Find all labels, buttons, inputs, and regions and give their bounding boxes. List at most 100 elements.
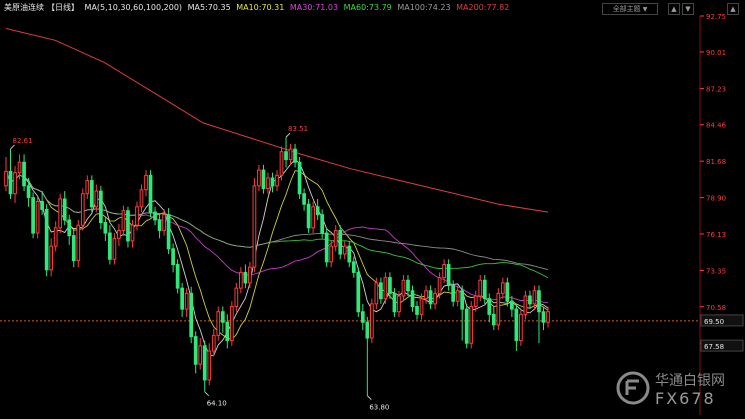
candle-body: [546, 311, 550, 323]
candle-body: [67, 219, 72, 237]
candle-body: [541, 311, 546, 323]
candle-body: [89, 180, 94, 208]
scroll-down-button[interactable]: ▼: [682, 3, 694, 15]
candle-body: [514, 308, 519, 342]
candle-body: [469, 305, 474, 344]
candle-body: [451, 285, 456, 302]
candle-body: [519, 313, 523, 342]
candle-body: [139, 189, 144, 208]
candle-body: [144, 174, 148, 191]
candle-body: [383, 277, 388, 300]
candle-body: [35, 201, 40, 234]
candle-body: [8, 170, 13, 195]
candle-body: [17, 161, 22, 174]
collapse-button[interactable]: ▲: [727, 3, 739, 15]
candlestick-plot[interactable]: 92.75 90.01 87.23 84.46 81.68 78.90 76.13 73.35…: [0, 0, 745, 415]
candle-body: [220, 311, 225, 323]
candle-body: [360, 311, 365, 323]
candle-body: [329, 245, 334, 263]
candle-body: [252, 185, 257, 268]
candle-body: [85, 180, 90, 195]
period-label: 【日线】: [47, 3, 79, 12]
candle-body: [135, 206, 139, 226]
candle-body: [342, 245, 347, 255]
theme-select-label: 全部主题: [612, 5, 641, 13]
extreme-price-label: 63.80: [369, 404, 389, 412]
candle-body: [365, 321, 370, 339]
candle-body: [229, 305, 234, 342]
candle-body: [379, 282, 383, 300]
watermark: 华通白银网 FX678: [615, 362, 743, 412]
candle-body: [261, 169, 266, 189]
candle-body: [491, 313, 496, 326]
kline-chart[interactable]: 92.75 90.01 87.23 84.46 81.68 78.90 76.13 73.35…: [0, 0, 745, 415]
candle-body: [428, 290, 433, 305]
candle-body: [505, 282, 510, 302]
candle-body: [153, 211, 157, 221]
price-tick-label: 73.35: [706, 267, 726, 275]
candle-body: [202, 345, 207, 381]
candle-body: [44, 208, 49, 271]
candle-body: [324, 232, 329, 263]
candle-body: [419, 298, 424, 315]
candle-body: [148, 174, 153, 213]
candle-body: [374, 282, 379, 305]
scroll-up-button[interactable]: ▲: [668, 3, 680, 15]
extreme-price-label: 64.10: [207, 400, 227, 408]
candle-body: [71, 235, 76, 262]
price-tick-label: 76.13: [706, 231, 726, 239]
extreme-marker: [204, 391, 210, 397]
price-tick-label: 87.23: [706, 85, 726, 93]
fx678-logo-icon: [616, 371, 650, 405]
chart-header: 美原油连续 【日线】 MA(5,10,30,60,100,200) MA5:70.…: [4, 2, 512, 16]
candle-body: [49, 245, 54, 271]
candle-body: [347, 245, 352, 263]
candle-body: [288, 148, 293, 161]
candle-body: [406, 279, 410, 292]
candle-body: [311, 206, 315, 229]
price-tick-label: 78.90: [706, 195, 726, 203]
up-arrow-icon: ▲: [671, 5, 677, 13]
candle-body: [112, 237, 117, 260]
candle-body: [126, 210, 130, 242]
price-tick-label: 84.46: [706, 122, 727, 130]
candle-body: [315, 206, 320, 216]
candle-body: [207, 350, 212, 381]
candle-body: [415, 305, 419, 315]
candle-body: [284, 151, 288, 161]
candle-body: [121, 210, 126, 231]
collapse-arrow-icon: ▲: [730, 5, 736, 13]
candle-body: [482, 279, 487, 300]
candle-body: [162, 214, 166, 231]
candle-body: [356, 271, 361, 313]
candle-body: [94, 190, 99, 208]
price-tick-label: 81.68: [706, 158, 726, 166]
candle-body: [388, 277, 392, 294]
candle-body: [157, 219, 162, 231]
candle-body: [302, 193, 306, 205]
theme-select[interactable]: 全部主题 ▼: [602, 3, 658, 15]
candle-body: [392, 292, 397, 313]
candle-body: [58, 198, 63, 229]
candle-body: [279, 151, 284, 176]
candle-body: [234, 287, 239, 307]
extreme-price-label: 83.51: [288, 125, 308, 133]
candle-body: [455, 290, 460, 302]
candle-body: [98, 190, 103, 224]
candle-body: [297, 161, 302, 195]
instrument-title: 美原油连续: [4, 3, 44, 12]
candle-body: [338, 229, 343, 255]
candle-body: [53, 227, 58, 247]
candle-body: [500, 282, 505, 294]
candle-body: [171, 248, 175, 266]
candle-body: [464, 308, 469, 344]
candle-body: [40, 201, 44, 210]
ma100-value: MA100:74.23: [397, 3, 451, 12]
candle-body: [306, 203, 311, 229]
ma60-value: MA60:73.79: [343, 3, 392, 12]
candle-body: [108, 232, 112, 260]
candle-body: [257, 169, 261, 187]
candle-body: [31, 197, 35, 234]
candle-body: [248, 266, 252, 284]
ma-params-label: MA(5,10,30,60,100,200): [84, 3, 183, 12]
